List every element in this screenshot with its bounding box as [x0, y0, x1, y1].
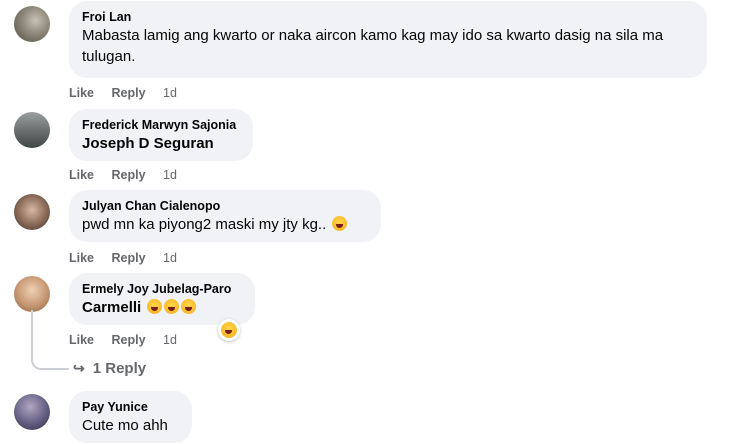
- comment-author[interactable]: Froi Lan: [82, 9, 694, 25]
- avatar[interactable]: [14, 394, 50, 430]
- comment-author[interactable]: Pay Yunice: [82, 399, 179, 415]
- comment-timestamp[interactable]: 1d: [163, 251, 177, 265]
- comment-timestamp[interactable]: 1d: [163, 86, 177, 100]
- comment-actions: Like Reply 1d: [69, 251, 191, 265]
- avatar[interactable]: [14, 276, 50, 312]
- thread-connector: [31, 310, 69, 370]
- avatar[interactable]: [14, 194, 50, 230]
- comment-bubble: Froi Lan Mabasta lamig ang kwarto or nak…: [69, 1, 707, 78]
- laughing-crying-emoji-icon: [332, 216, 348, 231]
- tagged-user-link[interactable]: Joseph D Seguran: [82, 133, 240, 154]
- laughing-crying-emoji-icon: [181, 299, 197, 314]
- laughing-crying-emoji-icon: [164, 299, 180, 314]
- comment-timestamp[interactable]: 1d: [163, 333, 177, 347]
- comment-actions: Like Reply 1d: [69, 333, 191, 347]
- laughing-emoji-icon: [221, 322, 237, 338]
- avatar[interactable]: [14, 6, 50, 42]
- haha-reaction-icon[interactable]: [218, 319, 240, 341]
- comment-text-row: pwd mn ka piyong2 maski my jty kg..: [82, 214, 368, 235]
- comment-bubble: Ermely Joy Jubelag-Paro Carmelli: [69, 273, 255, 325]
- comment-text: Cute mo ahh: [82, 417, 168, 434]
- like-button[interactable]: Like: [69, 251, 94, 265]
- like-button[interactable]: Like: [69, 333, 94, 347]
- comment-timestamp[interactable]: 1d: [163, 168, 177, 182]
- comment-author[interactable]: Julyan Chan Cialenopo: [82, 198, 368, 214]
- comment-author[interactable]: Frederick Marwyn Sajonia: [82, 117, 240, 133]
- reply-button[interactable]: Reply: [112, 333, 146, 347]
- reply-arrow-icon: ↪: [73, 360, 85, 376]
- comment-text-row: Carmelli: [82, 297, 242, 318]
- comment-bubble: Frederick Marwyn Sajonia Joseph D Segura…: [69, 109, 253, 161]
- view-replies-link[interactable]: ↪ 1 Reply: [73, 360, 146, 377]
- comment-actions: Like Reply 1d: [69, 86, 191, 100]
- like-button[interactable]: Like: [69, 86, 94, 100]
- comment-author[interactable]: Ermely Joy Jubelag-Paro: [82, 281, 242, 297]
- comment-text: pwd mn ka piyong2 maski my jty kg..: [82, 216, 327, 233]
- reply-button[interactable]: Reply: [112, 168, 146, 182]
- comment-text: Mabasta lamig ang kwarto or naka aircon …: [82, 27, 664, 65]
- like-button[interactable]: Like: [69, 168, 94, 182]
- comment-bubble: Julyan Chan Cialenopo pwd mn ka piyong2 …: [69, 190, 381, 242]
- replies-count: 1 Reply: [92, 360, 147, 377]
- laughing-crying-emoji-icon: [147, 299, 163, 314]
- avatar[interactable]: [14, 112, 50, 148]
- comment-actions: Like Reply 1d: [69, 168, 191, 182]
- tagged-user-link[interactable]: Carmelli: [82, 299, 141, 316]
- reply-button[interactable]: Reply: [112, 86, 146, 100]
- reply-button[interactable]: Reply: [112, 251, 146, 265]
- comment-bubble: Pay Yunice Cute mo ahh: [69, 391, 192, 443]
